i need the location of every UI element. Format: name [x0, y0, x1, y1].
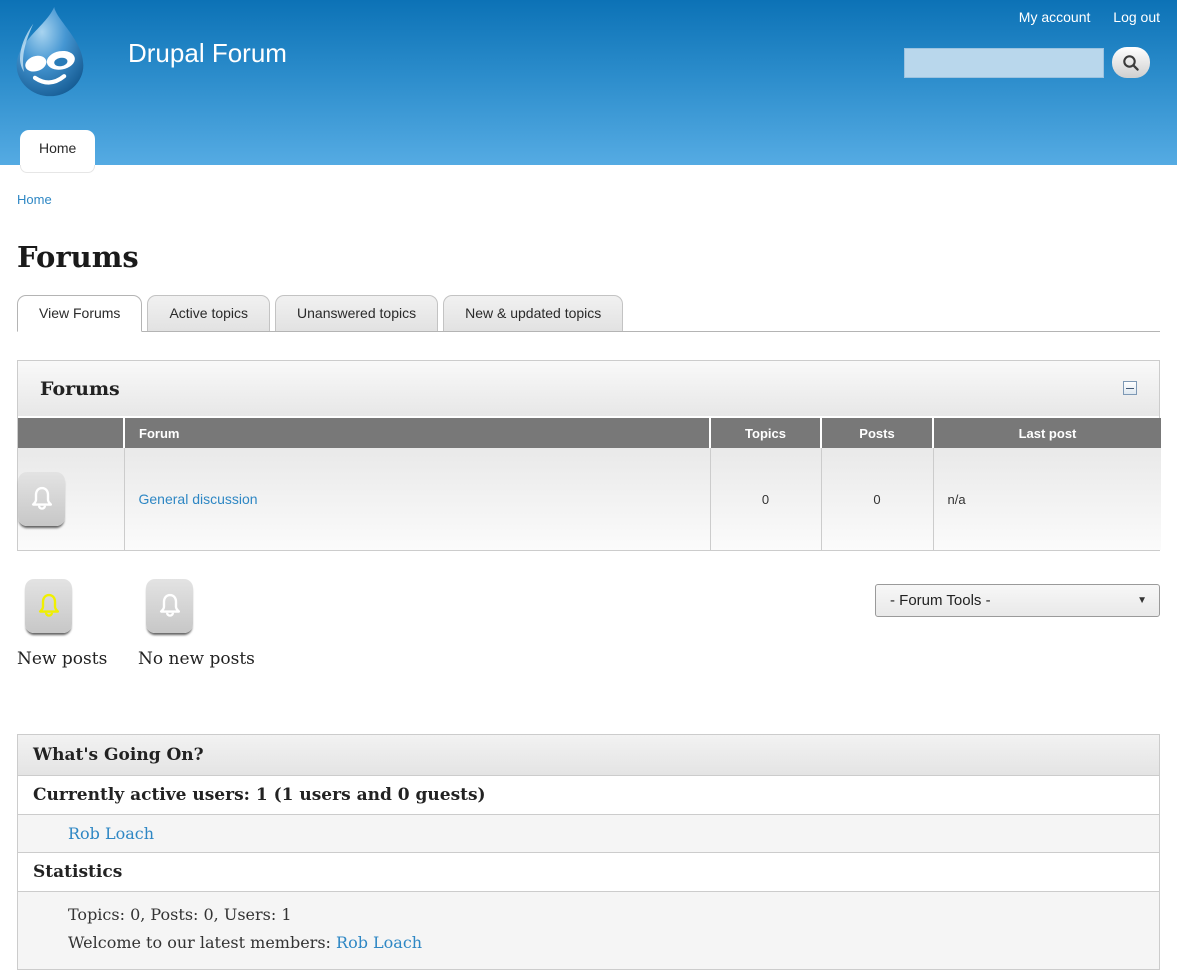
last-post-cell: n/a [933, 448, 1161, 550]
drupal-logo-icon [8, 7, 92, 97]
bell-new-icon [34, 590, 64, 622]
tab-new-updated-topics[interactable]: New & updated topics [443, 295, 623, 331]
statistics-content: Topics: 0, Posts: 0, Users: 1 Welcome to… [18, 892, 1159, 969]
legend-no-new-posts: No new posts [138, 579, 255, 669]
forum-status-cell [18, 448, 124, 550]
search-input[interactable] [904, 48, 1104, 78]
tab-active-topics[interactable]: Active topics [147, 295, 270, 331]
breadcrumb: Home [17, 192, 1160, 207]
forum-tools-selected-value: - Forum Tools - [890, 592, 991, 609]
forum-tabs: View Forums Active topics Unanswered top… [17, 295, 1160, 332]
topics-count: 0 [710, 448, 821, 550]
new-posts-tile [25, 579, 72, 633]
forum-tools-select[interactable]: - Forum Tools - ▼ [875, 584, 1160, 617]
column-posts: Posts [821, 418, 933, 448]
forums-table-header-row: Forum Topics Posts Last post [18, 418, 1161, 448]
column-forum: Forum [124, 418, 710, 448]
search-button[interactable] [1112, 47, 1150, 78]
log-out-link[interactable]: Log out [1113, 9, 1160, 25]
my-account-link[interactable]: My account [1019, 9, 1091, 25]
bell-icon [155, 590, 185, 622]
legend-new-posts: New posts [17, 579, 107, 669]
main-menu-home-tab[interactable]: Home [20, 130, 95, 165]
collapse-minus-icon[interactable] [1123, 381, 1137, 395]
search-icon [1121, 53, 1141, 73]
posts-count: 0 [821, 448, 933, 550]
chevron-down-icon: ▼ [1137, 595, 1147, 606]
active-users-list: Rob Loach [18, 815, 1159, 853]
statistics-heading: Statistics [18, 853, 1159, 892]
forum-link[interactable]: General discussion [139, 491, 258, 507]
search-area [904, 47, 1150, 78]
active-users-heading: Currently active users: 1 (1 users and 0… [18, 776, 1159, 815]
column-topics: Topics [710, 418, 821, 448]
page-title: Forums [17, 240, 1160, 274]
no-new-posts-tile [146, 579, 193, 633]
forums-panel-title: Forums [40, 378, 120, 400]
forum-name-cell: General discussion [124, 448, 710, 550]
latest-members-prefix: Welcome to our latest members: [68, 933, 336, 952]
site-header: Drupal Forum My account Log out Home [0, 0, 1177, 165]
table-row: General discussion 0 0 n/a [18, 448, 1161, 550]
whats-going-on-panel: What's Going On? Currently active users:… [17, 734, 1160, 970]
site-title[interactable]: Drupal Forum [128, 38, 287, 69]
bell-icon [27, 483, 57, 515]
legend-label-no-new-posts: No new posts [138, 649, 255, 669]
whats-going-on-title: What's Going On? [18, 735, 1159, 776]
latest-member-link[interactable]: Rob Loach [336, 933, 422, 952]
latest-members-line: Welcome to our latest members: Rob Loach [68, 929, 1144, 957]
tab-view-forums[interactable]: View Forums [17, 295, 142, 332]
breadcrumb-home-link[interactable]: Home [17, 192, 52, 207]
legend-and-tools: New posts No new posts - Forum Tools - ▼ [17, 579, 1160, 689]
active-user-link[interactable]: Rob Loach [68, 824, 154, 843]
column-last-post: Last post [933, 418, 1161, 448]
column-icon [18, 418, 124, 448]
legend-label-new-posts: New posts [17, 649, 107, 669]
forums-panel: Forums Forum Topics Posts Last post [17, 360, 1160, 551]
tab-unanswered-topics[interactable]: Unanswered topics [275, 295, 438, 331]
forums-table: Forum Topics Posts Last post [18, 418, 1161, 550]
no-new-posts-tile [18, 472, 65, 526]
main-content: Home Forums View Forums Active topics Un… [0, 192, 1177, 970]
statistics-line: Topics: 0, Posts: 0, Users: 1 [68, 901, 1144, 929]
forums-panel-header: Forums [18, 361, 1159, 418]
